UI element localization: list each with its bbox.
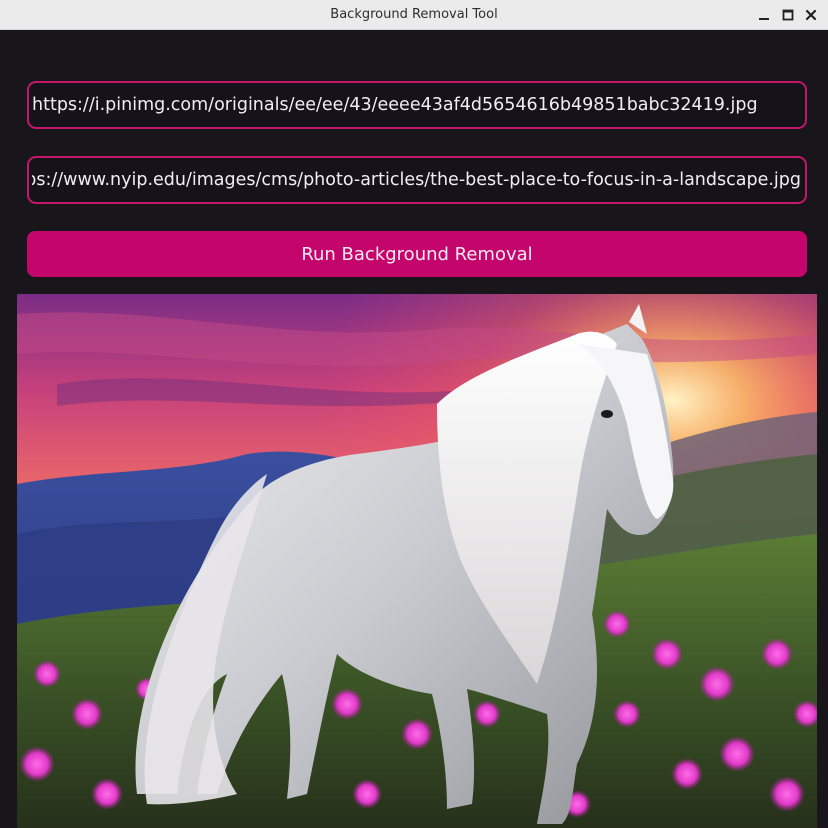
background-url-input[interactable] — [29, 158, 805, 202]
result-image — [17, 294, 817, 828]
window-title: Background Removal Tool — [330, 7, 498, 22]
minimize-button[interactable] — [756, 7, 772, 23]
minimize-icon — [759, 18, 769, 20]
maximize-icon — [782, 9, 794, 21]
title-bar: Background Removal Tool — [0, 0, 828, 30]
run-background-removal-button[interactable]: Run Background Removal — [27, 231, 807, 277]
foreground-url-field[interactable] — [27, 81, 807, 129]
composited-image — [17, 294, 817, 828]
background-url-field[interactable] — [27, 156, 807, 204]
main-window: Run Background Removal — [3, 30, 825, 828]
maximize-button[interactable] — [780, 7, 796, 23]
foreground-url-input[interactable] — [29, 83, 805, 127]
close-button[interactable] — [803, 7, 819, 23]
close-icon — [805, 9, 817, 21]
